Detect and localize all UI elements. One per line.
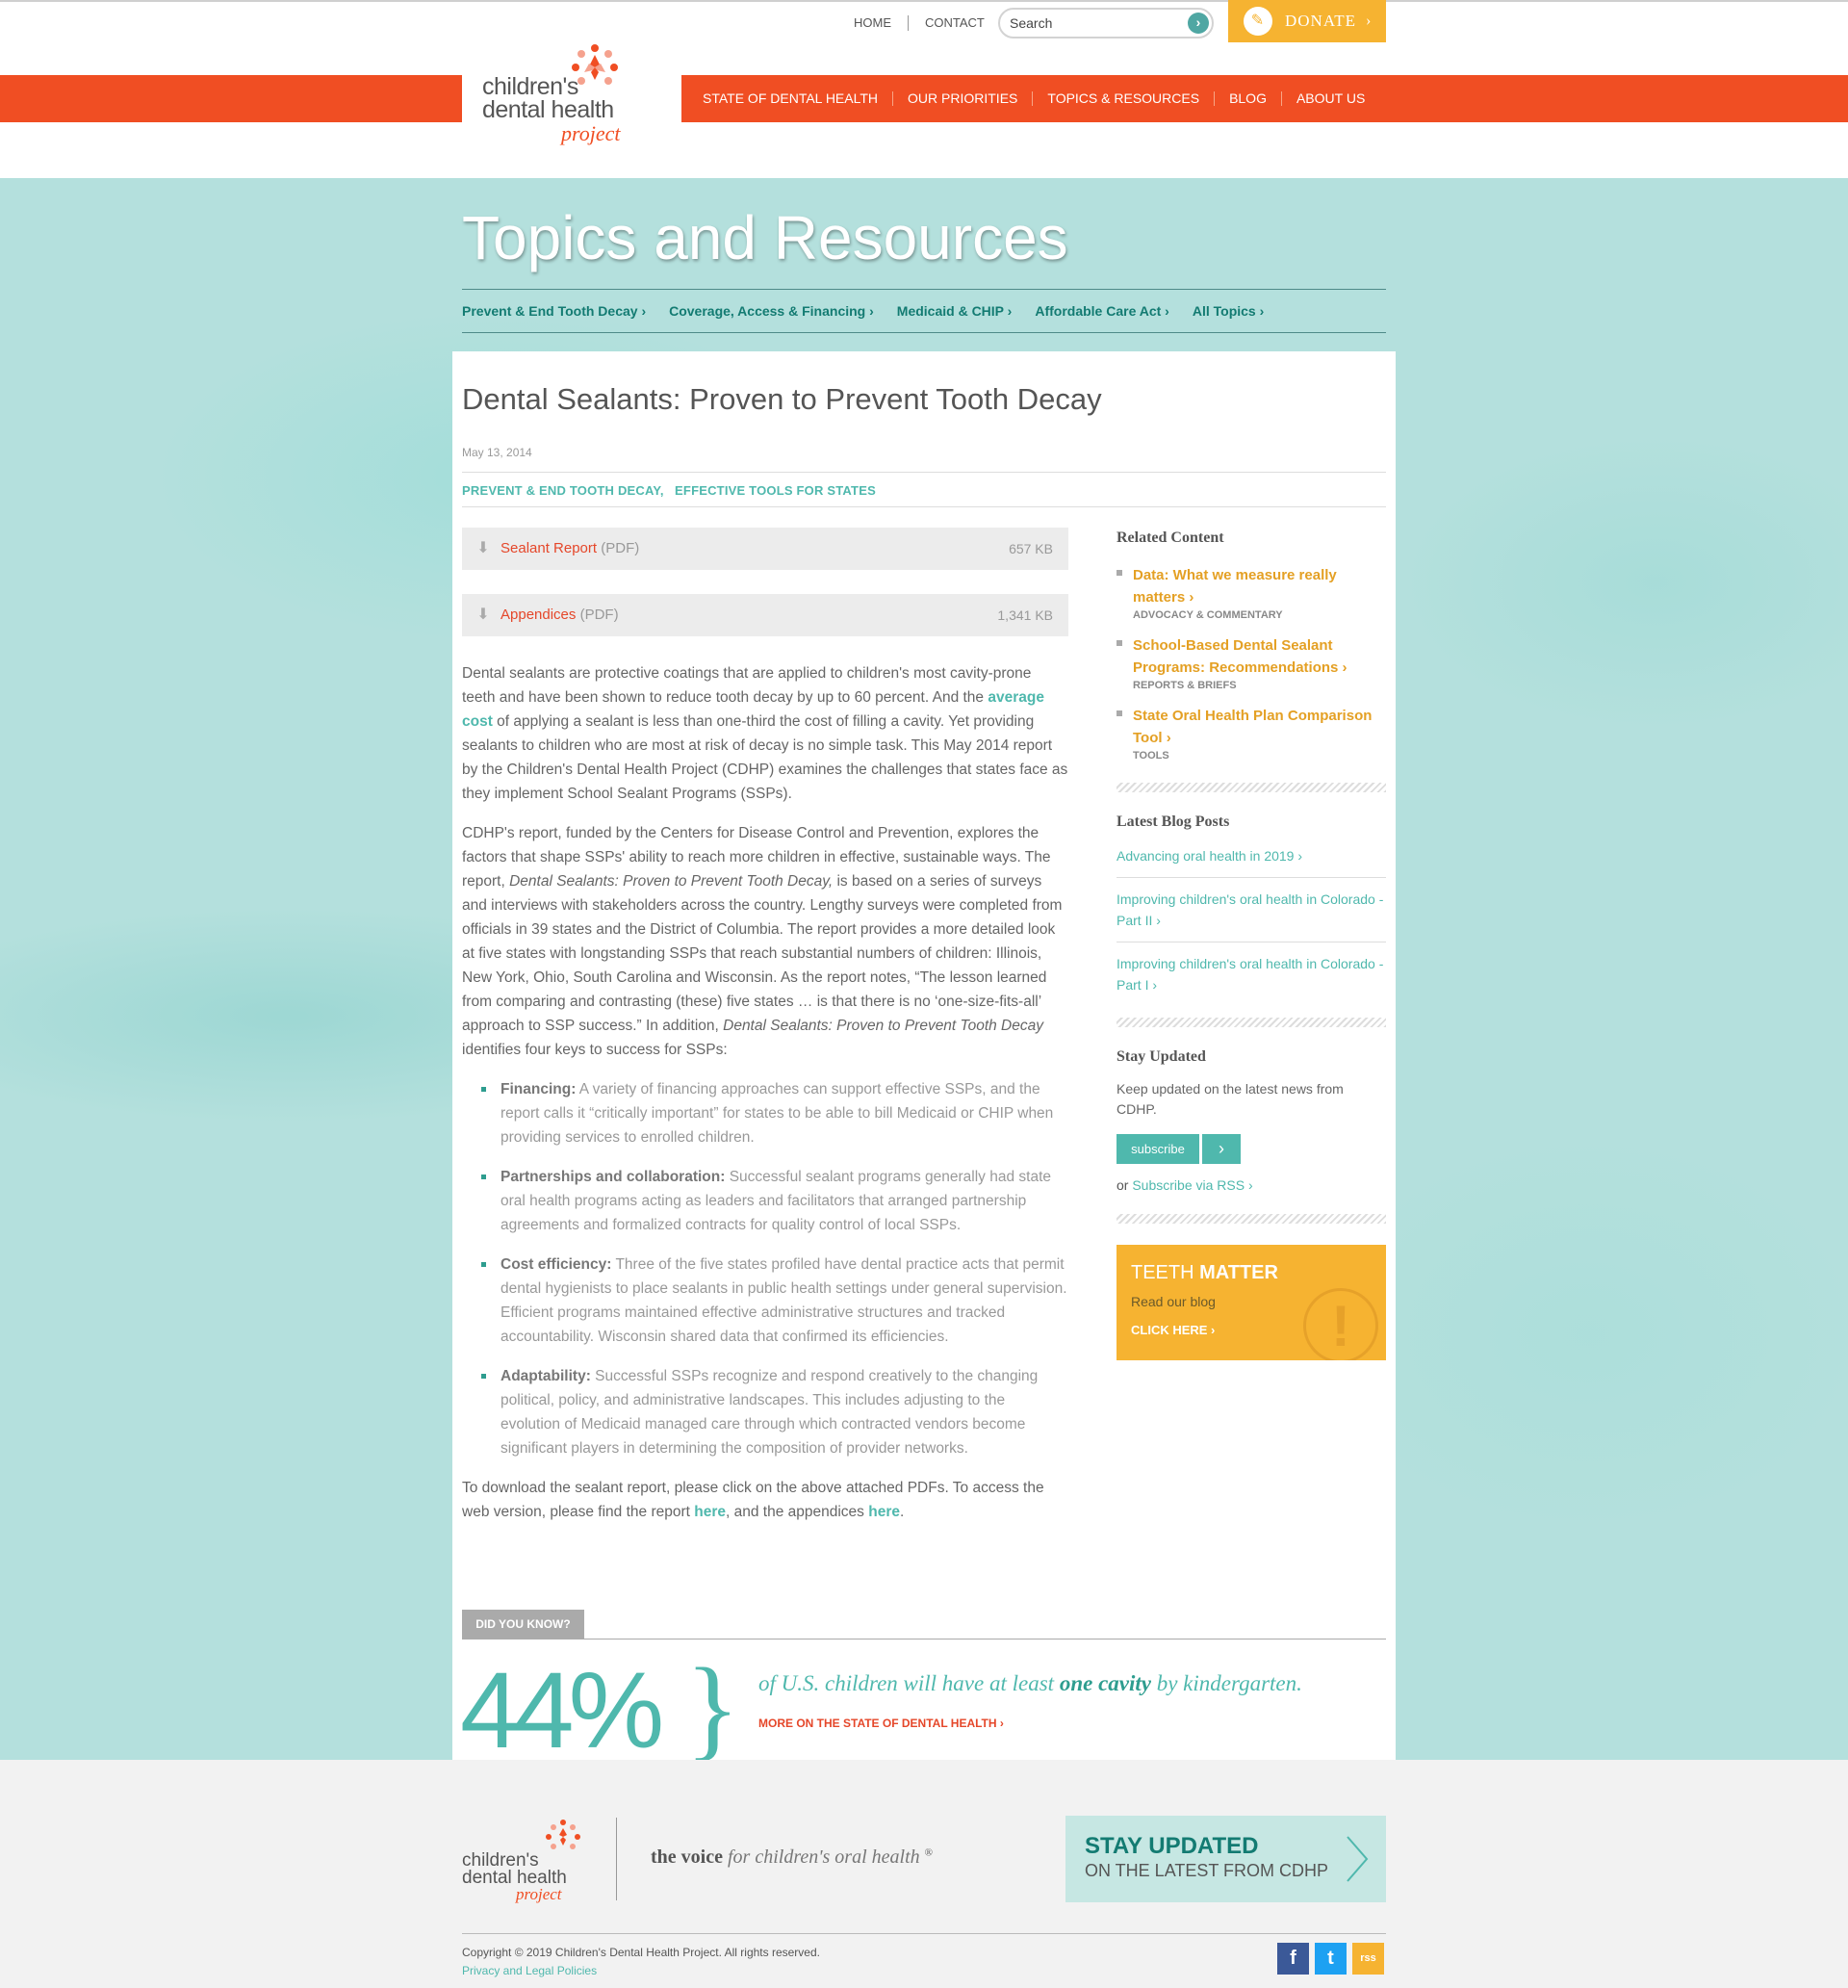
teeth-matter-promo[interactable]: TEETH MATTER Read our blog CLICK HERE › … xyxy=(1116,1245,1386,1360)
exclamation-icon: ! xyxy=(1303,1288,1378,1360)
rss-icon[interactable]: rss xyxy=(1352,1943,1384,1975)
donate-label: DONATE xyxy=(1285,12,1356,30)
contact-link[interactable]: CONTACT xyxy=(909,13,1001,34)
list-item: Cost efficiency: Three of the five state… xyxy=(481,1252,1068,1349)
article-date: May 13, 2014 xyxy=(462,446,532,459)
topic-all-topics[interactable]: All Topics › xyxy=(1193,303,1264,319)
hatched-divider xyxy=(1116,1018,1386,1027)
download-sealant-report[interactable]: ⬇ Sealant Report (PDF) 657 KB xyxy=(462,528,1068,570)
nav-our-priorities[interactable]: OUR PRIORITIES xyxy=(892,91,1032,106)
nav-topics-resources[interactable]: TOPICS & RESOURCES xyxy=(1032,91,1214,106)
topic-coverage-access-financing[interactable]: Coverage, Access & Financing › xyxy=(669,303,874,319)
download-appendices[interactable]: ⬇ Appendices (PDF) 1,341 KB xyxy=(462,594,1068,636)
related-item[interactable]: Data: What we measure really matters › A… xyxy=(1116,564,1386,621)
topics-subnav: Prevent & End Tooth Decay › Coverage, Ac… xyxy=(462,289,1386,333)
divider xyxy=(462,506,1386,507)
article-tags[interactable]: PREVENT & END TOOTH DECAY, EFFECTIVE TOO… xyxy=(462,483,876,498)
keys-list: Financing: A variety of financing approa… xyxy=(481,1077,1068,1460)
topic-medicaid-chip[interactable]: Medicaid & CHIP › xyxy=(897,303,1013,319)
twitter-icon[interactable]: t xyxy=(1315,1943,1347,1975)
search-box: › xyxy=(998,8,1214,39)
list-item: Partnerships and collaboration: Successf… xyxy=(481,1165,1068,1237)
report-here-link[interactable]: here xyxy=(694,1504,726,1520)
divider xyxy=(462,472,1386,473)
list-item: Adaptability: Successful SSPs recognize … xyxy=(481,1364,1068,1460)
page-title: Topics and Resources xyxy=(462,203,1068,272)
file-size: 1,341 KB xyxy=(997,607,1053,623)
search-input[interactable] xyxy=(1010,14,1173,32)
utility-nav: HOME CONTACT xyxy=(837,13,1001,34)
stay-updated-heading: Stay Updated xyxy=(1116,1048,1206,1065)
latest-blog-heading: Latest Blog Posts xyxy=(1116,813,1230,830)
top-border xyxy=(0,0,1848,2)
stat-description: of U.S. children will have at least one … xyxy=(758,1671,1302,1695)
site-logo[interactable]: children's dental health project xyxy=(462,44,681,171)
download-name[interactable]: Appendices (PDF) xyxy=(500,607,619,623)
stay-updated-text: Keep updated on the latest news from CDH… xyxy=(1116,1081,1344,1117)
did-you-know-tab: DID YOU KNOW? xyxy=(462,1610,584,1639)
nav-blog[interactable]: BLOG xyxy=(1214,91,1281,106)
blog-post-link[interactable]: Improving children's oral health in Colo… xyxy=(1116,878,1386,942)
rss-link[interactable]: Subscribe via RSS › xyxy=(1132,1177,1252,1193)
paragraph: Dental sealants are protective coatings … xyxy=(462,665,1068,802)
state-of-dental-health-link[interactable]: MORE ON THE STATE OF DENTAL HEALTH › xyxy=(758,1717,1004,1730)
subscribe-arrow-button[interactable]: › xyxy=(1202,1134,1241,1164)
footer xyxy=(0,1760,1848,1988)
chevron-right-icon: › xyxy=(1219,1139,1224,1158)
heart-hand-icon: ✎ xyxy=(1244,7,1272,36)
footer-logo[interactable]: children's dental health project xyxy=(462,1814,587,1905)
donate-button[interactable]: ✎ DONATE › xyxy=(1228,0,1386,42)
subscribe-row: subscribe › xyxy=(1116,1134,1386,1164)
chevron-right-icon xyxy=(1347,1836,1369,1882)
stay-updated-cta[interactable]: STAY UPDATED ON THE LATEST FROM CDHP xyxy=(1065,1816,1386,1902)
list-item: Financing: A variety of financing approa… xyxy=(481,1077,1068,1149)
cta-title: STAY UPDATED xyxy=(1085,1833,1259,1859)
related-item[interactable]: State Oral Health Plan Comparison Tool ›… xyxy=(1116,705,1386,762)
home-link[interactable]: HOME xyxy=(837,13,908,34)
nav-about-us[interactable]: ABOUT US xyxy=(1280,91,1379,106)
download-icon: ⬇ xyxy=(476,540,490,556)
footer-divider xyxy=(616,1818,617,1900)
privacy-link[interactable]: Privacy and Legal Policies xyxy=(462,1964,597,1977)
chevron-right-icon: › xyxy=(1195,14,1201,30)
blog-list: Advancing oral health in 2019 › Improvin… xyxy=(1116,835,1386,1006)
appendices-here-link[interactable]: here xyxy=(868,1504,900,1520)
footer-rule xyxy=(462,1933,1386,1934)
copyright-text: Copyright © 2019 Children's Dental Healt… xyxy=(462,1946,820,1959)
brace-decoration: } xyxy=(685,1644,740,1770)
paragraph: To download the sealant report, please c… xyxy=(462,1480,1044,1520)
search-submit-button[interactable]: › xyxy=(1188,13,1209,34)
subscribe-button[interactable]: subscribe xyxy=(1116,1134,1199,1164)
hatched-divider xyxy=(1116,1214,1386,1224)
stat-value: 44% xyxy=(460,1650,664,1770)
facebook-icon[interactable]: f xyxy=(1277,1943,1309,1975)
logo-line-3: project xyxy=(516,1885,562,1903)
article-title: Dental Sealants: Proven to Prevent Tooth… xyxy=(462,382,1102,416)
paragraph: CDHP's report, funded by the Centers for… xyxy=(462,825,1063,1058)
hatched-divider xyxy=(1116,783,1386,792)
download-icon: ⬇ xyxy=(476,607,490,623)
main-nav: STATE OF DENTAL HEALTH OUR PRIORITIES TO… xyxy=(688,75,1379,122)
related-content-heading: Related Content xyxy=(1116,529,1224,546)
cta-subtitle: ON THE LATEST FROM CDHP xyxy=(1085,1861,1329,1880)
teeth-matter-title: TEETH MATTER xyxy=(1131,1262,1278,1283)
footer-tagline: the voice for children's oral health ® xyxy=(651,1846,933,1868)
nav-state-of-dental-health[interactable]: STATE OF DENTAL HEALTH xyxy=(688,91,892,106)
chevron-right-icon: › xyxy=(1366,13,1373,29)
rss-line: or Subscribe via RSS › xyxy=(1116,1177,1253,1193)
file-size: 657 KB xyxy=(1009,541,1053,556)
sidebar: Related Content Data: What we measure re… xyxy=(1116,529,1386,1360)
related-item[interactable]: School-Based Dental Sealant Programs: Re… xyxy=(1116,634,1386,691)
logo-line-3: project xyxy=(561,121,621,145)
logo-line-2: dental health xyxy=(482,96,614,123)
download-name[interactable]: Sealant Report (PDF) xyxy=(500,540,639,556)
blog-post-link[interactable]: Advancing oral health in 2019 › xyxy=(1116,835,1386,878)
article-body: Dental sealants are protective coatings … xyxy=(462,661,1068,1539)
blog-post-link[interactable]: Improving children's oral health in Colo… xyxy=(1116,942,1386,1006)
topic-affordable-care-act[interactable]: Affordable Care Act › xyxy=(1035,303,1169,319)
topic-prevent-tooth-decay[interactable]: Prevent & End Tooth Decay › xyxy=(462,303,646,319)
